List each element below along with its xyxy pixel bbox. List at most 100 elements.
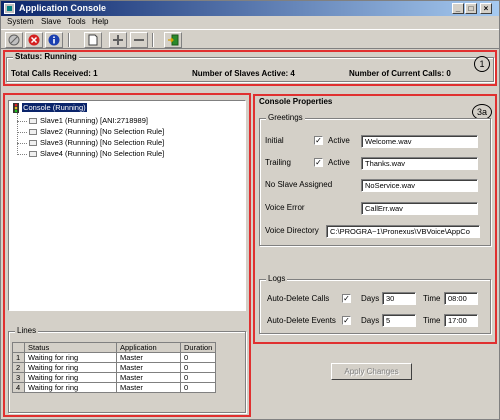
title-bar: Application Console _ □ × (1, 1, 499, 16)
menu-slave[interactable]: Slave (41, 17, 61, 26)
menu-system[interactable]: System (7, 17, 34, 26)
menu-bar: System Slave Tools Help (1, 16, 499, 29)
slaves-active-text: Number of Slaves Active: 4 (192, 69, 295, 78)
status-label: Status: Running (13, 52, 79, 61)
cancel-button[interactable] (25, 32, 43, 48)
voice-error-label: Voice Error (265, 203, 305, 212)
tree-connector (17, 121, 27, 122)
voice-error-field[interactable]: CallErr.wav (361, 202, 478, 215)
cell-application: Master (116, 362, 181, 373)
current-calls-text: Number of Current Calls: 0 (349, 69, 451, 78)
cell-duration: 0 (179, 382, 217, 393)
toolbar-separator (68, 33, 70, 47)
events-time-label: Time (423, 316, 441, 325)
maximize-button[interactable]: □ (465, 3, 477, 14)
auto-delete-events-label: Auto-Delete Events (267, 316, 336, 325)
cell-status: Waiting for ring (24, 352, 117, 363)
auto-delete-calls-checkbox[interactable]: ✓ (342, 294, 351, 303)
cell-duration: 0 (179, 362, 217, 373)
apply-changes-label: Apply Changes (344, 367, 399, 376)
table-row[interactable]: 2 Waiting for ring Master 0 (12, 362, 217, 373)
calls-time-field[interactable]: 08:00 (444, 292, 478, 305)
status-group: Status: Running Total Calls Received: 1 … (6, 52, 494, 82)
slave-icon (29, 118, 37, 125)
voice-directory-field[interactable]: C:\PROGRA~1\Pronexus\VBVoice\AppCo (326, 225, 480, 238)
cell-application: Master (116, 382, 181, 393)
app-icon (4, 3, 15, 14)
slave-icon (29, 129, 37, 136)
tree-connector (17, 132, 27, 133)
console-tree[interactable]: Console (Running) Slave1 (Running) [ANI:… (8, 100, 246, 311)
menu-help[interactable]: Help (92, 17, 108, 26)
no-slave-label: No Slave Assigned (265, 180, 333, 189)
row-number: 3 (12, 372, 25, 383)
tree-connector (17, 113, 18, 155)
total-calls-text: Total Calls Received: 1 (11, 69, 98, 78)
traffic-light-icon (13, 103, 19, 114)
tree-root[interactable]: Console (Running) (12, 103, 87, 114)
column-header-duration[interactable]: Duration (179, 342, 217, 353)
initial-active-label: Active (328, 136, 350, 145)
trailing-greeting-field[interactable]: Thanks.wav (361, 157, 478, 170)
exit-button[interactable] (164, 32, 182, 48)
row-number: 4 (12, 382, 25, 393)
minimize-button[interactable]: _ (452, 3, 464, 14)
console-properties-title: Console Properties (259, 97, 333, 106)
column-header-status[interactable]: Status (24, 342, 117, 353)
trailing-active-label: Active (328, 158, 350, 167)
callout-1: 1 (474, 56, 490, 72)
info-button[interactable] (45, 32, 63, 48)
cell-duration: 0 (179, 352, 217, 363)
auto-delete-calls-label: Auto-Delete Calls (267, 294, 330, 303)
tree-item-label: Slave2 (Running) [No Selection Rule] (40, 127, 165, 136)
logs-title: Logs (266, 274, 288, 283)
table-row[interactable]: 1 Waiting for ring Master 0 (12, 352, 217, 363)
add-button[interactable] (109, 32, 127, 48)
toolbar (1, 29, 499, 49)
tree-root-label: Console (Running) (22, 103, 87, 112)
lines-title: Lines (15, 326, 39, 335)
cell-status: Waiting for ring (24, 362, 117, 373)
tree-item-slave4[interactable]: Slave4 (Running) [No Selection Rule] (29, 149, 164, 158)
calls-days-field[interactable]: 30 (382, 292, 416, 305)
tree-item-slave3[interactable]: Slave3 (Running) [No Selection Rule] (29, 138, 164, 147)
slave-icon (29, 151, 37, 158)
greetings-title: Greetings (266, 113, 305, 122)
calls-time-label: Time (423, 294, 441, 303)
cell-application: Master (116, 352, 181, 363)
tree-item-label: Slave1 (Running) [ANI:2718989] (40, 116, 148, 125)
tree-item-slave1[interactable]: Slave1 (Running) [ANI:2718989] (29, 116, 148, 125)
trailing-active-checkbox[interactable]: ✓ (314, 158, 323, 167)
remove-icon (134, 39, 144, 41)
tree-item-label: Slave3 (Running) [No Selection Rule] (40, 138, 165, 147)
table-header-row: Status Application Duration (12, 342, 217, 353)
initial-active-checkbox[interactable]: ✓ (314, 136, 323, 145)
no-slave-field[interactable]: NoService.wav (361, 179, 478, 192)
initial-label: Initial (265, 136, 284, 145)
apply-changes-button[interactable]: Apply Changes (331, 363, 412, 380)
menu-tools[interactable]: Tools (67, 17, 86, 26)
table-row[interactable]: 4 Waiting for ring Master 0 (12, 382, 217, 393)
tree-item-label: Slave4 (Running) [No Selection Rule] (40, 149, 165, 158)
remove-button[interactable] (130, 32, 148, 48)
new-document-button[interactable] (84, 32, 102, 48)
close-button[interactable]: × (480, 3, 492, 14)
voice-directory-label: Voice Directory (265, 226, 319, 235)
auto-delete-events-checkbox[interactable]: ✓ (342, 316, 351, 325)
initial-greeting-field[interactable]: Welcome.wav (361, 135, 478, 148)
tree-item-slave2[interactable]: Slave2 (Running) [No Selection Rule] (29, 127, 164, 136)
cell-status: Waiting for ring (24, 382, 117, 393)
column-header (12, 342, 25, 353)
events-days-field[interactable]: 5 (382, 314, 416, 327)
column-header-application[interactable]: Application (116, 342, 181, 353)
window-title: Application Console (19, 3, 107, 13)
events-time-field[interactable]: 17:00 (444, 314, 478, 327)
cell-status: Waiting for ring (24, 372, 117, 383)
trailing-label: Trailing (265, 158, 291, 167)
new-doc-icon (88, 34, 98, 46)
row-number: 1 (12, 352, 25, 363)
lines-table[interactable]: Status Application Duration 1 Waiting fo… (12, 342, 217, 393)
events-days-label: Days (361, 316, 380, 325)
table-row[interactable]: 3 Waiting for ring Master 0 (12, 372, 217, 383)
stop-button[interactable] (5, 32, 23, 48)
